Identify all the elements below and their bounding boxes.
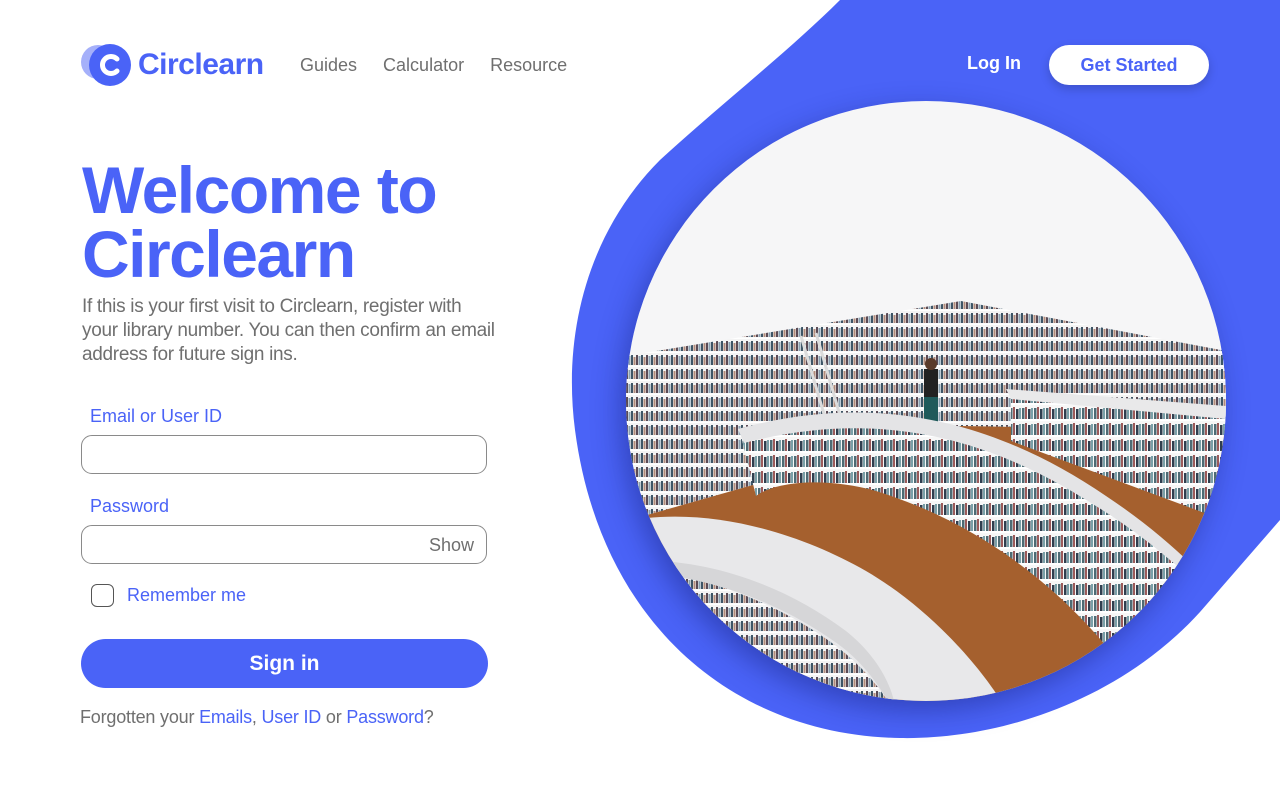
page-title-line-1: Welcome to bbox=[82, 153, 438, 227]
nav-item-resource[interactable]: Resource bbox=[490, 55, 567, 76]
intro-text: If this is your first visit to Circlearn… bbox=[82, 296, 495, 365]
forgot-emails-link[interactable]: Emails bbox=[199, 707, 252, 727]
email-field[interactable] bbox=[81, 435, 487, 474]
page-title-line-2: Circlearn bbox=[82, 217, 356, 291]
library-photo bbox=[626, 101, 1226, 701]
password-field[interactable]: Show bbox=[81, 525, 487, 564]
get-started-button[interactable]: Get Started bbox=[1049, 45, 1209, 85]
password-input[interactable] bbox=[82, 526, 440, 563]
page-title: Welcome to Circlearn bbox=[82, 153, 438, 291]
sign-in-button[interactable]: Sign in bbox=[81, 639, 488, 688]
remember-me-label[interactable]: Remember me bbox=[127, 585, 246, 606]
brand-name: Circlearn bbox=[138, 48, 264, 81]
show-password-toggle[interactable]: Show bbox=[429, 535, 474, 556]
forgot-user-id-link[interactable]: User ID bbox=[262, 707, 322, 727]
forgot-prefix: Forgotten your bbox=[80, 707, 200, 727]
password-label: Password bbox=[90, 496, 170, 516]
nav-item-guides[interactable]: Guides bbox=[300, 55, 357, 76]
forgot-credentials-text: Forgotten your Emails, User ID or Passwo… bbox=[80, 707, 434, 728]
top-navigation: Guides Calculator Resource bbox=[300, 55, 567, 76]
forgot-separator-1: , bbox=[251, 707, 262, 727]
forgot-password-link[interactable]: Password bbox=[346, 707, 424, 727]
nav-item-calculator[interactable]: Calculator bbox=[383, 55, 464, 76]
brand-logo[interactable]: Circlearn bbox=[81, 40, 264, 90]
circle-c-logo-icon bbox=[81, 44, 131, 86]
forgot-separator-2: or bbox=[321, 707, 347, 727]
forgot-suffix: ? bbox=[423, 707, 434, 727]
remember-me-row[interactable]: Remember me bbox=[91, 584, 246, 607]
login-link[interactable]: Log In bbox=[967, 53, 1021, 74]
email-input[interactable] bbox=[82, 436, 440, 473]
email-label: Email or User ID bbox=[90, 406, 223, 426]
remember-me-checkbox[interactable] bbox=[91, 584, 114, 607]
